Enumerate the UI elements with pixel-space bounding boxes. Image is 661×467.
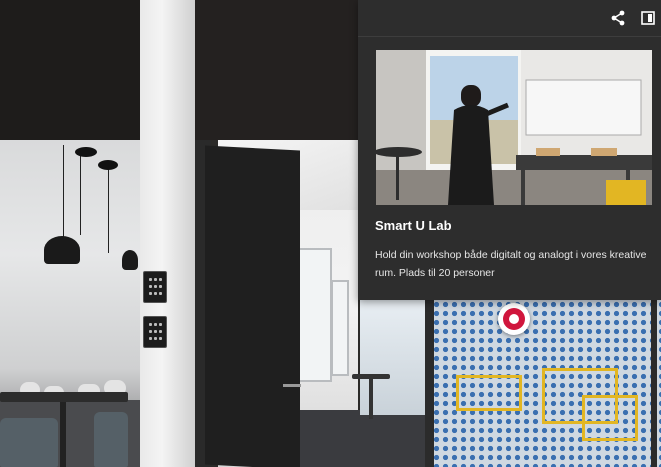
- chair: [0, 418, 58, 467]
- tag-title: Smart U Lab: [375, 218, 452, 233]
- ceiling: [0, 0, 150, 140]
- photo-image: [376, 50, 652, 205]
- door-keypad: [143, 271, 167, 303]
- tag-pin-icon[interactable]: [498, 303, 530, 335]
- pendant-lamp: [122, 250, 138, 270]
- tag-media-photo[interactable]: [376, 50, 652, 205]
- dotted-glass-wall: [432, 300, 661, 467]
- ceiling-beam: [195, 0, 360, 140]
- chair: [94, 412, 128, 467]
- door-handle: [283, 384, 301, 387]
- door-keypad: [143, 316, 167, 348]
- whiteboard: [331, 280, 349, 376]
- pendant-lamp: [44, 236, 80, 264]
- corridor-floor: [300, 410, 430, 467]
- panel-toolbar: [358, 0, 661, 37]
- whiteboard: [298, 248, 332, 382]
- tag-description: Hold din workshop både digitalt og analo…: [375, 249, 647, 279]
- tag-info-panel: Smart U Lab Hold din workshop både digit…: [358, 0, 661, 300]
- meeting-table: [0, 392, 128, 402]
- collapse-panel-icon: [641, 11, 655, 25]
- collapse-panel-button[interactable]: [638, 8, 658, 28]
- share-button[interactable]: [608, 8, 628, 28]
- share-icon: [611, 10, 625, 26]
- wall-pillar: [140, 0, 195, 467]
- open-door: [205, 145, 300, 467]
